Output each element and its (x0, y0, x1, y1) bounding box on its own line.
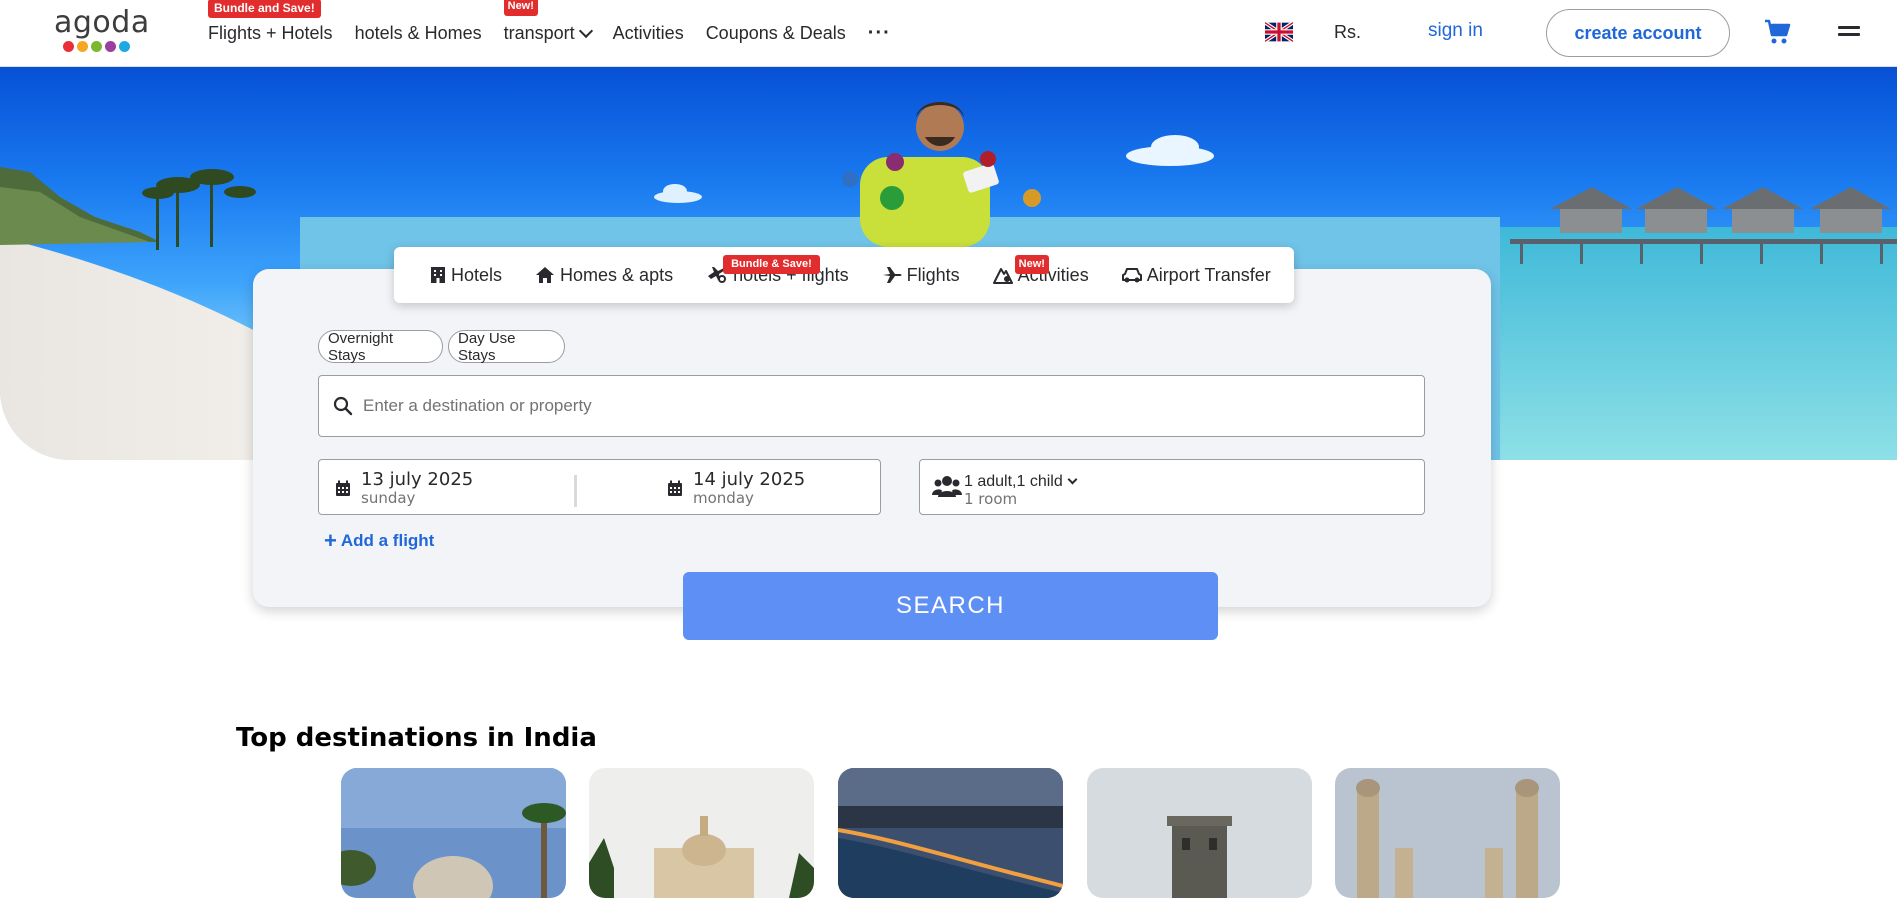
logo-dot (104, 41, 116, 52)
destination-card[interactable] (341, 768, 566, 898)
destination-photo (1087, 768, 1312, 898)
hamburger-menu-icon[interactable] (1838, 26, 1860, 40)
tab-airport-transfer[interactable]: Airport Transfer (1121, 264, 1271, 286)
users-icon (932, 476, 962, 497)
tab-flights[interactable]: Flights (882, 265, 960, 286)
car-icon (1121, 268, 1142, 283)
menu-line (1838, 33, 1860, 36)
destination-photo (1335, 768, 1560, 898)
cart-icon[interactable] (1764, 19, 1792, 45)
checkin-date[interactable]: 13 july 2025 sunday (335, 460, 605, 516)
tab-activities[interactable]: New! Activities (992, 254, 1089, 286)
add-flight-label: Add a flight (340, 531, 435, 550)
chevron-down-icon (1067, 474, 1078, 484)
logo-dot (76, 41, 88, 52)
guests-text: 1 adult,1 child 1 room (964, 473, 1078, 508)
checkout-day-value: monday (693, 488, 754, 507)
sign-in-link[interactable]: sign in (1428, 20, 1483, 42)
destinations-heading: Top destinations in India (236, 723, 597, 753)
nav-more-label: ··· (867, 22, 891, 44)
checkout-date-value: 14 july 2025 (693, 468, 806, 490)
main-nav: Bundle and Save! Flights + Hotels hotels… (208, 0, 913, 67)
search-panel (253, 269, 1491, 607)
bundle-save-badge: Bundle & Save! (723, 254, 820, 274)
uk-flag-icon[interactable] (1265, 22, 1293, 42)
destination-card[interactable] (1087, 768, 1312, 898)
logo-dots (54, 41, 138, 52)
destination-photo (589, 768, 814, 898)
nav-flights-hotels[interactable]: Bundle and Save! Flights + Hotels (208, 0, 333, 44)
hotel-icon (431, 267, 445, 283)
nav-label: transport (503, 23, 575, 43)
destination-card[interactable] (838, 768, 1063, 898)
overnight-stays-toggle[interactable]: Overnight Stays (318, 330, 443, 364)
logo-dot (118, 41, 130, 52)
destination-card[interactable] (1335, 768, 1560, 898)
create-account-button[interactable]: create account (1546, 9, 1730, 57)
nav-hotels-homes[interactable]: hotels & Homes (355, 23, 482, 44)
guests-rooms-selector[interactable]: 1 adult,1 child 1 room (919, 459, 1425, 515)
activities-icon (992, 268, 1013, 284)
search-category-tabs: Hotels Homes & apts Bundle & Save! hotel… (394, 247, 1294, 303)
destination-photo (341, 768, 566, 898)
destination-input[interactable] (363, 396, 1363, 416)
currency-selector[interactable]: Rs. (1334, 22, 1361, 43)
tab-homes-apts[interactable]: Homes & apts (535, 265, 673, 286)
nav-transport[interactable]: New! transport (503, 0, 593, 44)
tab-label: Hotels (451, 264, 503, 285)
nav-coupons-deals[interactable]: Coupons & Deals (706, 23, 846, 44)
calendar-icon (668, 480, 682, 496)
site-header: agoda Bundle and Save! Flights + Hotels … (0, 0, 1897, 67)
rooms-count: 1 room (964, 490, 1018, 508)
calendar-icon (336, 480, 350, 496)
home-icon (536, 267, 555, 283)
destination-card[interactable] (589, 768, 814, 898)
destination-field[interactable] (318, 375, 1425, 437)
search-button[interactable]: SEARCH (683, 572, 1218, 640)
plane-icon (882, 267, 902, 283)
checkout-date[interactable]: 14 july 2025 monday (667, 460, 937, 516)
checkin-text: 13 july 2025 sunday (361, 468, 474, 507)
date-range-picker: 13 july 2025 sunday 14 july 2025 monday (318, 459, 881, 515)
more-icon[interactable]: ··· (868, 22, 891, 45)
menu-line (1838, 26, 1860, 29)
nav-label: Flights + Hotels (208, 23, 333, 43)
nav-label: hotels & Homes (354, 23, 482, 43)
logo-wordmark: agoda (54, 5, 150, 40)
search-icon (333, 396, 353, 416)
day-use-stays-toggle[interactable]: Day Use Stays (448, 330, 565, 364)
checkin-date-value: 13 july 2025 (361, 468, 474, 490)
chevron-down-icon (578, 23, 593, 38)
nav-activities[interactable]: Activities (613, 23, 684, 44)
tab-label: Airport Transfer (1146, 264, 1271, 285)
tab-label: Homes & apts (560, 264, 674, 285)
plus-icon: + (324, 528, 337, 553)
tab-hotels-flights[interactable]: Bundle & Save! hotels + flights (706, 254, 849, 286)
date-divider (574, 475, 577, 507)
bundle-badge: Bundle and Save! (208, 0, 321, 18)
checkin-day-value: sunday (361, 488, 416, 507)
nav-label: Activities (612, 23, 684, 43)
tab-hotels[interactable]: Hotels (430, 265, 502, 286)
destination-photo (838, 768, 1063, 898)
logo-dot (62, 41, 74, 52)
checkout-text: 14 july 2025 monday (693, 468, 806, 507)
tab-label: Flights (906, 264, 960, 285)
new-badge: New! (1014, 254, 1049, 274)
guests-summary: 1 adult,1 child (964, 473, 1078, 491)
logo-dot (90, 41, 102, 52)
add-flight-link[interactable]: + Add a flight (324, 528, 435, 553)
nav-label: Coupons & Deals (705, 23, 846, 43)
new-badge: New! (503, 0, 538, 16)
guests-summary-text: 1 adult,1 child (964, 473, 1063, 490)
agoda-logo[interactable]: agoda (54, 5, 150, 54)
